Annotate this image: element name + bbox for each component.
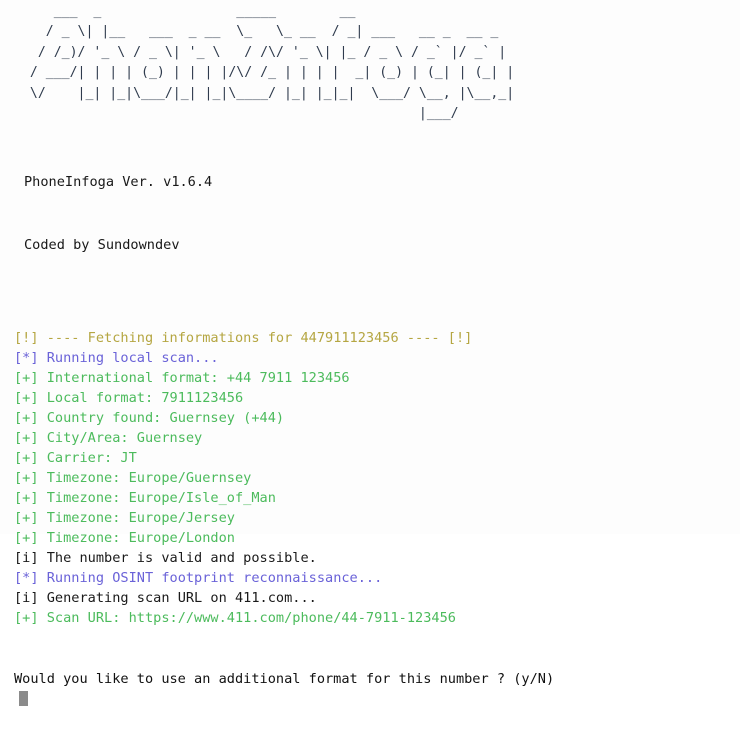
scan-output-log: [!] ---- Fetching informations for 44791…: [0, 298, 740, 628]
log-text: Timezone: Europe/Isle_of_Man: [38, 490, 276, 507]
log-text: Timezone: Europe/Jersey: [38, 510, 235, 527]
log-prefix: [+]: [14, 370, 39, 387]
log-text: Local format: 7911123456: [38, 390, 244, 407]
phoneinfoga-ascii-banner: ___ _ _____ __ / _ \| |__ ___ _ __ \_ \_…: [29, 4, 515, 122]
log-text: Carrier: JT: [38, 450, 137, 467]
log-prefix: [+]: [14, 510, 39, 527]
log-line: [i] The number is valid and possible.: [14, 548, 740, 568]
log-prefix: [+]: [14, 490, 39, 507]
app-version-line: PhoneInfoga Ver. v1.6.4: [24, 174, 213, 191]
log-prefix: [i]: [14, 550, 39, 567]
log-line: [+] Timezone: Europe/London: [14, 528, 740, 548]
log-text: Country found: Guernsey (+44): [38, 410, 285, 427]
prompt-area: Would you like to use an additional form…: [0, 628, 740, 730]
log-prefix: [+]: [14, 450, 39, 467]
log-line: [+] International format: +44 7911 12345…: [14, 368, 740, 388]
terminal-window: ___ _ _____ __ / _ \| |__ ___ _ __ \_ \_…: [0, 0, 740, 707]
log-line: [+] Country found: Guernsey (+44): [14, 408, 740, 428]
log-line: [+] Timezone: Europe/Jersey: [14, 508, 740, 528]
log-text: Timezone: Europe/Guernsey: [38, 470, 252, 487]
log-line: [+] City/Area: Guernsey: [14, 428, 740, 448]
log-text: City/Area: Guernsey: [38, 430, 203, 447]
log-prefix: [+]: [14, 390, 39, 407]
log-prefix: [i]: [14, 590, 39, 607]
log-prefix: [*]: [14, 350, 39, 367]
log-text: Running OSINT footprint reconnaissance..…: [38, 570, 383, 587]
app-credit-line: Coded by Sundowndev: [24, 237, 180, 254]
log-text: Running local scan...: [38, 350, 219, 367]
additional-format-question: Would you like to use an additional form…: [14, 671, 555, 688]
log-line: [*] Running OSINT footprint reconnaissan…: [14, 568, 740, 588]
log-text: The number is valid and possible.: [38, 550, 317, 567]
log-text: Generating scan URL on 411.com...: [38, 590, 317, 607]
log-line: [+] Local format: 7911123456: [14, 388, 740, 408]
app-info-block: PhoneInfoga Ver. v1.6.4 Coded by Sundown…: [0, 124, 740, 298]
log-prefix: [+]: [14, 410, 39, 427]
log-line: [*] Running local scan...: [14, 348, 740, 368]
log-text: International format: +44 7911 123456: [38, 370, 350, 387]
log-line: [+] Timezone: Europe/Isle_of_Man: [14, 488, 740, 508]
log-text: ---- Fetching informations for 447911123…: [38, 330, 473, 347]
log-text: Timezone: Europe/London: [38, 530, 235, 547]
log-prefix: [+]: [14, 610, 39, 627]
log-prefix: [!]: [14, 330, 39, 347]
log-prefix: [+]: [14, 430, 39, 447]
log-line: [!] ---- Fetching informations for 44791…: [14, 328, 740, 348]
log-line: [+] Timezone: Europe/Guernsey: [14, 468, 740, 488]
text-cursor[interactable]: [19, 691, 28, 707]
log-line: [i] Generating scan URL on 411.com...: [14, 588, 740, 608]
log-prefix: [+]: [14, 470, 39, 487]
log-line: [+] Scan URL: https://www.411.com/phone/…: [14, 608, 740, 628]
log-prefix: [*]: [14, 570, 39, 587]
log-text: Scan URL: https://www.411.com/phone/44-7…: [38, 610, 456, 627]
log-line: [+] Carrier: JT: [14, 448, 740, 468]
log-prefix: [+]: [14, 530, 39, 547]
